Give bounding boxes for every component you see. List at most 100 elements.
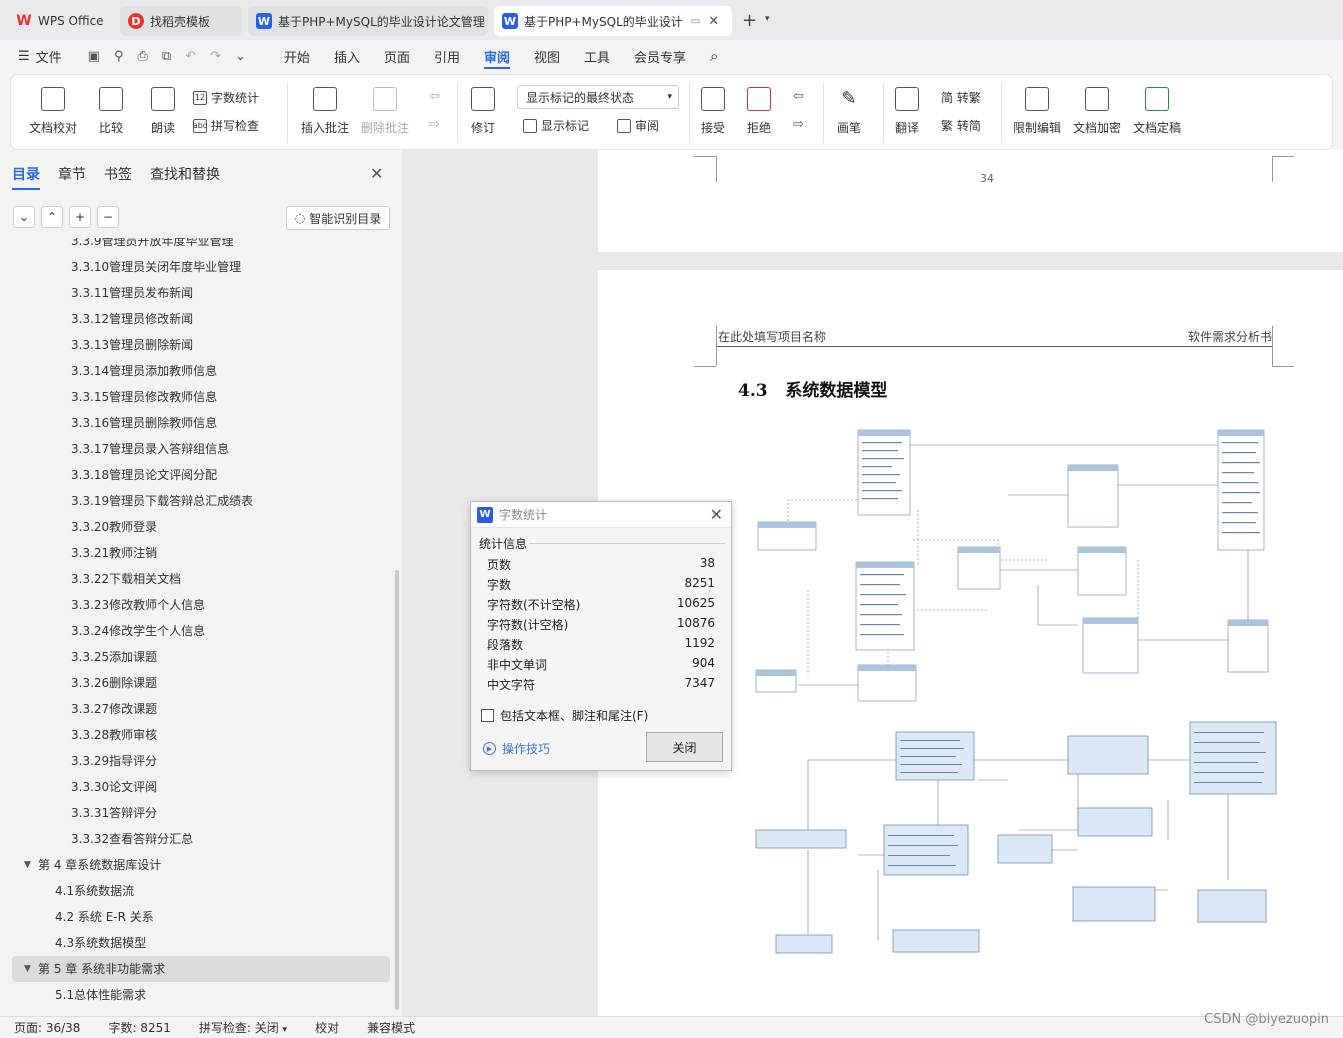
previous-comment-icon[interactable]: ⇦ xyxy=(429,89,440,104)
toc-item[interactable]: 3.3.18管理员论文评阅分配 xyxy=(71,462,217,488)
file-menu[interactable]: ☰ 文件 xyxy=(0,40,74,72)
redo-icon[interactable]: ↷ xyxy=(210,49,221,64)
simp-to-trad-button[interactable]: 简 转繁 xyxy=(941,89,981,106)
toc-item[interactable]: 3.3.21教师注销 xyxy=(71,540,157,566)
tab-docer[interactable]: D 找稻壳模板 xyxy=(120,6,242,36)
expand-down-icon[interactable]: ⌄ xyxy=(13,206,35,228)
spell-check-indicator[interactable]: 拼写检查: 关闭 ▾ xyxy=(185,1019,301,1036)
read-aloud-button[interactable]: 朗读 xyxy=(151,87,175,136)
menu-tools[interactable]: 工具 xyxy=(572,40,622,72)
menu-member[interactable]: 会员专享 xyxy=(622,40,698,72)
toc-item[interactable]: 3.3.11管理员发布新闻 xyxy=(71,280,193,306)
dialog-titlebar[interactable]: W 字数统计 ✕ xyxy=(471,502,731,528)
tab-toc[interactable]: 目录 xyxy=(12,164,40,190)
toc-item[interactable]: ▼ 第 5 章 系统非功能需求 xyxy=(12,956,390,982)
remove-level-icon[interactable]: − xyxy=(97,206,119,228)
smart-toc-button[interactable]: ◌ 智能识别目录 xyxy=(286,206,390,230)
trad-to-simp-button[interactable]: 繁 转简 xyxy=(941,117,981,134)
show-markup-button[interactable]: 显示标记 xyxy=(523,117,589,134)
tab-chapter[interactable]: 章节 xyxy=(58,164,86,190)
tab-document-1[interactable]: W 基于PHP+MySQL的毕业设计论文管理 xyxy=(248,6,488,36)
toc-item[interactable]: 4.1系统数据流 xyxy=(55,878,134,904)
add-level-icon[interactable]: + xyxy=(69,206,91,228)
new-tab-icon[interactable]: + xyxy=(742,10,757,31)
previous-change-icon[interactable]: ⇦ xyxy=(793,89,804,104)
menu-start[interactable]: 开始 xyxy=(272,40,322,72)
close-pane-icon[interactable]: ✕ xyxy=(370,164,383,183)
toc-item[interactable]: 3.3.17管理员录入答辩组信息 xyxy=(71,436,229,462)
sidebar-scrollbar[interactable] xyxy=(395,570,399,1010)
menu-view[interactable]: 视图 xyxy=(522,40,572,72)
toc-item[interactable]: 3.3.22下载相关文档 xyxy=(71,566,181,592)
revise-button[interactable]: 修订 xyxy=(471,87,495,136)
toc-item[interactable]: 3.3.31答辩评分 xyxy=(71,800,157,826)
restrict-edit-button[interactable]: 限制编辑 xyxy=(1013,87,1061,136)
toc-item[interactable]: ▼ 第 4 章系统数据库设计 xyxy=(12,852,390,878)
insert-comment-button[interactable]: 插入批注 xyxy=(301,87,349,136)
toc-item[interactable]: 4.3系统数据模型 xyxy=(55,930,146,956)
word-count-indicator[interactable]: 字数: 8251 xyxy=(94,1019,184,1036)
toc-item[interactable]: 3.3.24修改学生个人信息 xyxy=(71,618,205,644)
print-icon[interactable]: ⎙ xyxy=(138,49,148,64)
menu-page[interactable]: 页面 xyxy=(372,40,422,72)
search-icon[interactable]: ⌕ xyxy=(698,40,730,72)
toc-item[interactable]: 5.1总体性能需求 xyxy=(55,982,146,1008)
toc-item[interactable]: 3.3.26删除课题 xyxy=(71,670,157,696)
toc-item[interactable]: 3.3.29指导评分 xyxy=(71,748,157,774)
toc-item[interactable]: 3.3.28教师审核 xyxy=(71,722,157,748)
toc-item[interactable]: 3.3.10管理员关闭年度毕业管理 xyxy=(71,254,241,280)
checkbox-box[interactable] xyxy=(481,709,494,722)
toc-item[interactable]: 3.3.12管理员修改新闻 xyxy=(71,306,193,332)
menu-insert[interactable]: 插入 xyxy=(322,40,372,72)
toc-item[interactable]: 3.3.15管理员修改教师信息 xyxy=(71,384,217,410)
tab-find-replace[interactable]: 查找和替换 xyxy=(150,164,220,190)
expand-arrow-icon[interactable]: ▼ xyxy=(24,852,31,878)
encrypt-button[interactable]: 文档加密 xyxy=(1073,87,1121,136)
toc-item[interactable]: 4.2 系统 E-R 关系 xyxy=(55,904,154,930)
review-pane-button[interactable]: 审阅 xyxy=(617,117,659,134)
toc-item[interactable]: 3.3.25添加课题 xyxy=(71,644,157,670)
doc-check-button[interactable]: 文档校对 xyxy=(29,87,77,136)
toc-item[interactable]: 3.3.14管理员添加教师信息 xyxy=(71,358,217,384)
proofread-indicator[interactable]: 校对 xyxy=(301,1019,353,1036)
print-preview-icon[interactable]: ⧉ xyxy=(162,49,171,64)
menu-review[interactable]: 审阅 xyxy=(472,40,522,72)
tab-close-icon[interactable]: ✕ xyxy=(708,14,719,29)
save-icon[interactable]: ▣ xyxy=(88,49,100,64)
close-button[interactable]: 关闭 xyxy=(646,732,723,762)
menu-reference[interactable]: 引用 xyxy=(422,40,472,72)
markup-state-select[interactable]: 显示标记的最终状态 ▾ xyxy=(517,85,679,109)
next-comment-icon[interactable]: ⇨ xyxy=(429,117,440,132)
toc-item[interactable]: 3.3.16管理员删除教师信息 xyxy=(71,410,217,436)
tab-bookmark[interactable]: 书签 xyxy=(104,164,132,190)
toc-item[interactable]: 3.3.19管理员下载答辩总汇成绩表 xyxy=(71,488,253,514)
toc-item[interactable]: 3.3.9管理员开放年度毕业管理 xyxy=(71,238,234,254)
tab-document-2[interactable]: W 基于PHP+MySQL的毕业设计 ▭ ✕ xyxy=(494,6,732,36)
toc-item[interactable]: 3.3.27修改课题 xyxy=(71,696,157,722)
toc-item[interactable]: 3.3.32查看答辩分汇总 xyxy=(71,826,193,852)
translate-button[interactable]: 翻译 xyxy=(895,87,919,136)
quick-access-chevron-icon[interactable]: ⌄ xyxy=(235,49,246,64)
collapse-up-icon[interactable]: ⌃ xyxy=(41,206,63,228)
tips-link[interactable]: ▶ 操作技巧 xyxy=(483,740,550,757)
page-indicator[interactable]: 页面: 36/38 xyxy=(0,1019,94,1036)
toc-item[interactable]: 3.3.23修改教师个人信息 xyxy=(71,592,205,618)
tab-wps-office[interactable]: W WPS Office xyxy=(8,6,114,36)
toc-item[interactable]: 3.3.13管理员删除新闻 xyxy=(71,332,193,358)
spell-check-button[interactable]: abc 拼写检查 xyxy=(193,117,259,134)
share-icon[interactable]: ⚲ xyxy=(114,49,124,64)
window-icon[interactable]: ▭ xyxy=(691,16,700,27)
close-icon[interactable]: ✕ xyxy=(710,505,723,524)
pen-button[interactable]: ✎ 画笔 xyxy=(837,87,861,136)
compare-button[interactable]: 比较 xyxy=(99,87,123,136)
expand-arrow-icon[interactable]: ▼ xyxy=(24,956,31,982)
undo-icon[interactable]: ↶ xyxy=(185,49,196,64)
toc-item[interactable]: 3.3.20教师登录 xyxy=(71,514,157,540)
tab-list-chevron-icon[interactable]: ▾ xyxy=(765,14,770,24)
word-count-button[interactable]: 12 字数统计 xyxy=(193,89,259,106)
finalize-button[interactable]: 文档定稿 xyxy=(1133,87,1181,136)
accept-button[interactable]: 接受 xyxy=(701,87,725,136)
reject-button[interactable]: 拒绝 xyxy=(747,87,771,136)
include-textbox-checkbox[interactable]: 包括文本框、脚注和尾注(F) xyxy=(481,707,648,724)
next-change-icon[interactable]: ⇨ xyxy=(793,117,804,132)
